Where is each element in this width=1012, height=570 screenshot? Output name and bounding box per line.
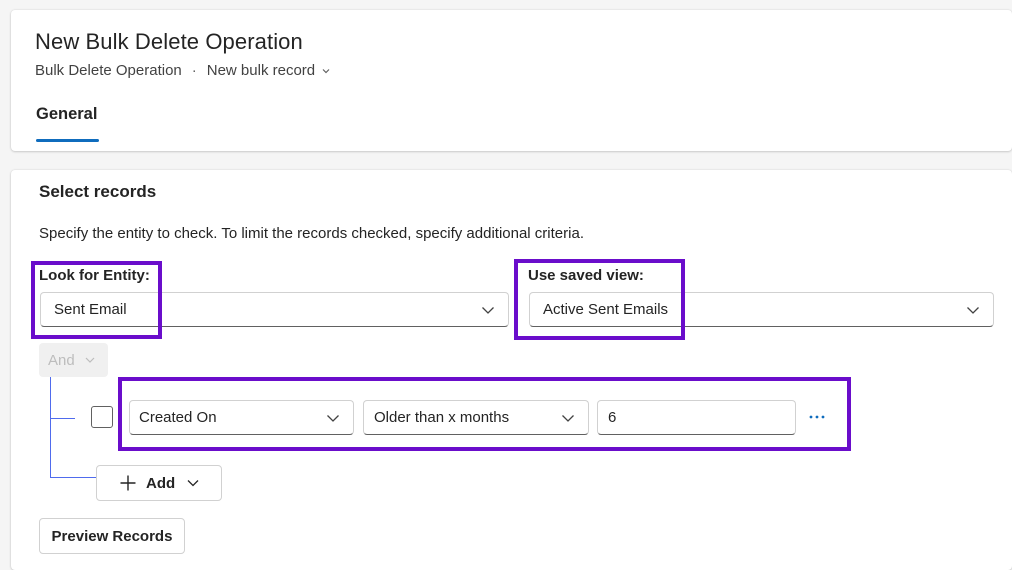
criteria-operator-value: Older than x months — [374, 409, 510, 426]
breadcrumb-entity: Bulk Delete Operation — [35, 62, 182, 79]
add-criteria-label: Add — [146, 474, 176, 492]
entity-label: Look for Entity: — [39, 267, 150, 284]
criteria-field-select[interactable]: Created On — [129, 400, 354, 435]
chevron-down-icon — [325, 410, 341, 426]
chevron-down-icon — [84, 354, 96, 366]
entity-select-value: Sent Email — [54, 301, 127, 318]
group-operator-label: And — [48, 351, 75, 369]
chevron-down-icon — [321, 66, 331, 76]
plus-icon — [119, 474, 137, 492]
criteria-operator-select[interactable]: Older than x months — [363, 400, 589, 435]
breadcrumb: Bulk Delete Operation · New bulk record — [35, 62, 331, 79]
saved-view-select-value: Active Sent Emails — [543, 301, 669, 318]
add-criteria-button[interactable]: Add — [96, 465, 222, 501]
chevron-down-icon — [186, 476, 200, 490]
tab-selected-indicator — [36, 139, 99, 142]
chevron-down-icon — [480, 302, 496, 318]
section-title: Select records — [39, 182, 157, 201]
page-title: New Bulk Delete Operation — [35, 29, 303, 54]
breadcrumb-record[interactable]: New bulk record — [207, 62, 331, 79]
section-description: Specify the entity to check. To limit th… — [39, 225, 584, 242]
chevron-down-icon — [965, 302, 981, 318]
criteria-value-input[interactable] — [597, 400, 796, 435]
saved-view-select[interactable]: Active Sent Emails — [529, 292, 994, 327]
breadcrumb-separator: · — [191, 62, 197, 79]
entity-select[interactable]: Sent Email — [40, 292, 509, 327]
tree-connector-row — [50, 418, 75, 419]
tree-connector-add — [50, 477, 96, 478]
group-operator-dropdown[interactable]: And — [39, 343, 108, 377]
criteria-field-value: Created On — [139, 409, 217, 426]
tab-general[interactable]: General — [36, 105, 97, 124]
more-options-icon[interactable] — [806, 406, 828, 428]
tree-connector-vertical — [50, 377, 51, 478]
preview-records-button[interactable]: Preview Records — [39, 518, 185, 554]
saved-view-label: Use saved view: — [528, 267, 644, 284]
form-header: New Bulk Delete Operation Bulk Delete Op… — [11, 10, 1012, 151]
chevron-down-icon — [560, 410, 576, 426]
breadcrumb-record-label: New bulk record — [206, 62, 316, 79]
select-records-section: Select records Specify the entity to che… — [11, 170, 1012, 570]
criteria-row-checkbox[interactable] — [91, 406, 113, 428]
